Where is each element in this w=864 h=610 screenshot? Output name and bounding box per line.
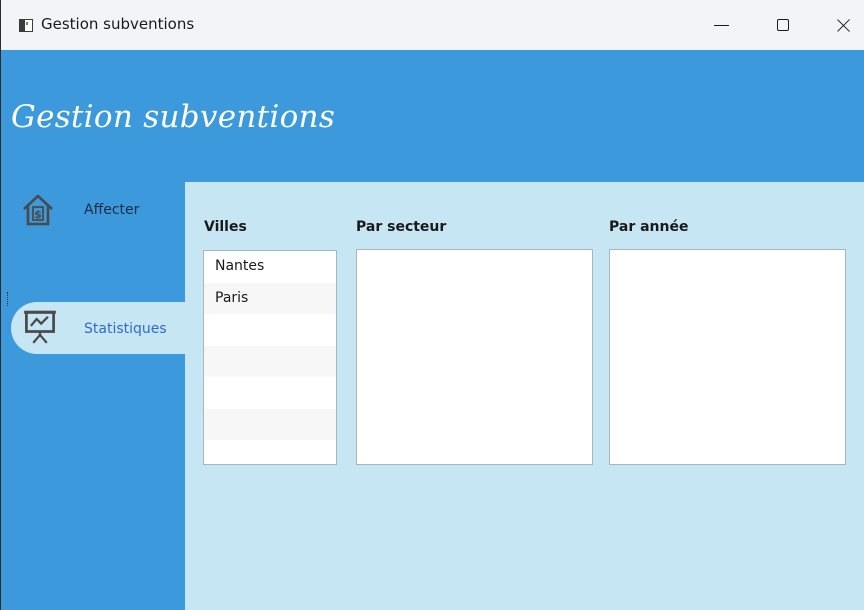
house-dollar-icon: $ <box>23 194 53 226</box>
villes-label: Villes <box>204 219 247 235</box>
minimize-button[interactable] <box>693 0 749 50</box>
par-secteur-label: Par secteur <box>356 219 447 235</box>
list-item <box>204 377 336 409</box>
sidebar-item-label: Statistiques <box>84 321 167 337</box>
close-button[interactable] <box>815 0 864 50</box>
list-item[interactable]: Nantes <box>204 251 336 283</box>
list-item <box>204 345 336 377</box>
close-icon <box>836 18 851 33</box>
sidebar-item-affecter[interactable]: $ Affecter <box>11 190 186 242</box>
par-secteur-chart-area <box>356 249 593 465</box>
maximize-button[interactable] <box>755 0 811 50</box>
title-bar[interactable]: Gestion subventions <box>0 0 864 50</box>
sidebar: $ Affecter Statistiques <box>0 182 186 610</box>
app-header: Gestion subventions <box>0 50 864 182</box>
list-item[interactable]: Paris <box>204 282 336 314</box>
par-annee-label: Par année <box>609 219 689 235</box>
svg-text:$: $ <box>34 208 42 221</box>
list-item <box>204 314 336 346</box>
app-header-title: Gestion subventions <box>11 99 336 135</box>
villes-list[interactable]: Nantes Paris <box>203 250 337 465</box>
presentation-chart-icon <box>24 310 56 344</box>
sidebar-item-statistiques[interactable]: Statistiques <box>11 302 186 354</box>
app-icon <box>19 19 33 32</box>
list-item <box>204 408 336 440</box>
window-title: Gestion subventions <box>41 15 195 33</box>
sidebar-divider <box>7 292 10 306</box>
list-item <box>204 440 336 464</box>
statistics-panel: Villes Par secteur Par année Nantes Pari… <box>185 182 864 610</box>
app-window: Gestion subventions Gestion subventions … <box>0 0 864 610</box>
par-annee-chart-area <box>609 249 846 465</box>
sidebar-item-label: Affecter <box>84 202 140 218</box>
maximize-icon <box>777 19 789 31</box>
minimize-icon <box>713 24 729 26</box>
